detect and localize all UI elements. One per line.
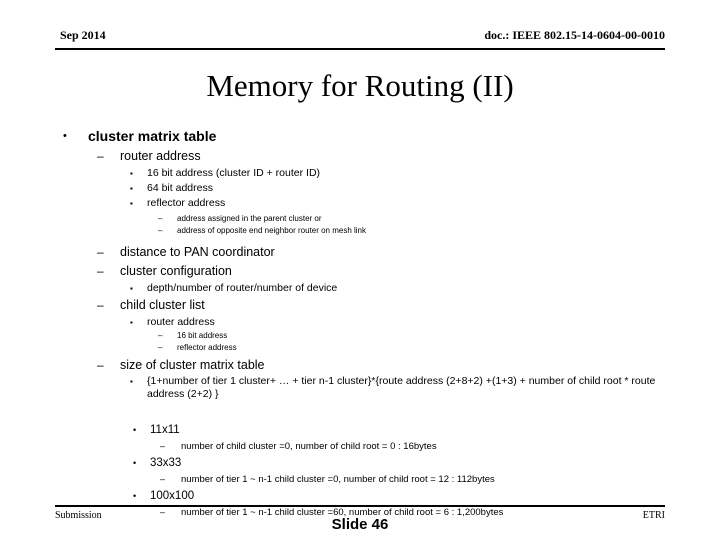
- outline-item-child-cluster-list: – child cluster list: [0, 296, 720, 315]
- outline-item-address-assigned-parent-cluster: – address assigned in the parent cluster…: [0, 213, 720, 225]
- outline-item-33x33: • 33x33: [0, 454, 720, 472]
- slide-header: Sep 2014 doc.: IEEE 802.15-14-0604-00-00…: [55, 28, 665, 50]
- round-bullet-icon: •: [133, 491, 137, 501]
- outline-text: router address: [147, 316, 215, 328]
- dash-bullet-icon: –: [160, 441, 166, 451]
- outline-text: router address: [120, 149, 201, 163]
- outline-item-child-router-address: ▪ router address: [0, 315, 720, 330]
- slide-body: • cluster matrix table – router address …: [0, 126, 720, 520]
- dash-bullet-icon: –: [158, 214, 163, 223]
- outline-text: distance to PAN coordinator: [120, 245, 275, 259]
- outline-text: 64 bit address: [147, 182, 213, 194]
- square-bullet-icon: ▪: [130, 169, 133, 178]
- outline-item-100x100: • 100x100: [0, 487, 720, 505]
- outline-text: address of opposite end neighbor router …: [177, 226, 367, 235]
- outline-item-depth-number-router-device: ▪ depth/number of router/number of devic…: [0, 281, 720, 296]
- outline-item-child-16-bit-address: – 16 bit address: [0, 330, 720, 342]
- outline-text: number of child cluster =0, number of ch…: [181, 441, 437, 452]
- outline-text: number of tier 1 ~ n-1 child cluster =0,…: [181, 474, 495, 485]
- outline-item-11x11: • 11x11: [0, 421, 720, 439]
- outline-item-64-bit-address: ▪ 64 bit address: [0, 181, 720, 196]
- slide-canvas: { "header": { "left": "Sep 2014", "right…: [0, 0, 720, 540]
- outline-item-distance-to-pan-coordinator: – distance to PAN coordinator: [0, 243, 720, 262]
- outline-text: reflector address: [147, 197, 226, 209]
- square-bullet-icon: ▪: [130, 184, 133, 193]
- round-bullet-icon: •: [133, 425, 137, 435]
- page-title: Memory for Routing (II): [206, 68, 514, 103]
- dash-bullet-icon: –: [158, 343, 163, 352]
- dash-bullet-icon: –: [97, 298, 104, 312]
- square-bullet-icon: ▪: [130, 199, 133, 208]
- dash-bullet-icon: –: [97, 264, 104, 278]
- outline-text: 100x100: [150, 490, 195, 502]
- outline-text: child cluster list: [120, 298, 205, 312]
- dash-bullet-icon: –: [160, 474, 166, 484]
- slide-number: Slide 46: [331, 516, 389, 533]
- outline-item-reflector-address: ▪ reflector address: [0, 196, 720, 211]
- outline-item-address-opposite-end-neighbor-router: – address of opposite end neighbor route…: [0, 225, 720, 237]
- outline-item-cluster-matrix-table: • cluster matrix table: [0, 126, 720, 147]
- round-bullet-icon: •: [133, 458, 137, 468]
- header-doc-id: doc.: IEEE 802.15-14-0604-00-0010: [484, 28, 665, 42]
- dash-bullet-icon: –: [158, 226, 163, 235]
- dash-bullet-icon: –: [97, 149, 104, 163]
- footer-divider: [55, 505, 665, 507]
- square-bullet-icon: ▪: [130, 318, 133, 327]
- round-bullet-icon: •: [63, 130, 67, 142]
- outline-item-child-reflector-address: – reflector address: [0, 342, 720, 354]
- outline-text: 33x33: [150, 457, 182, 469]
- outline-text: depth/number of router/number of device: [147, 282, 338, 294]
- header-date: Sep 2014: [60, 28, 106, 42]
- outline-text: 16 bit address (cluster ID + router ID): [147, 167, 321, 179]
- dash-bullet-icon: –: [97, 245, 104, 259]
- outline-text: 11x11: [150, 424, 180, 436]
- outline-item-11x11-detail: – number of child cluster =0, number of …: [0, 439, 720, 454]
- outline-item-33x33-detail: – number of tier 1 ~ n-1 child cluster =…: [0, 472, 720, 487]
- outline-text: reflector address: [177, 343, 237, 352]
- dash-bullet-icon: –: [158, 331, 163, 340]
- outline-text: size of cluster matrix table: [120, 358, 265, 372]
- slide-footer: Submission Slide 46 ETRI: [55, 508, 665, 538]
- outline-text: cluster matrix table: [88, 128, 217, 144]
- dash-bullet-icon: –: [97, 358, 104, 372]
- outline-item-16-bit-address-cluster-router-id: ▪ 16 bit address (cluster ID + router ID…: [0, 166, 720, 181]
- square-bullet-icon: ▪: [130, 284, 133, 293]
- outline-item-cluster-configuration: – cluster configuration: [0, 262, 720, 281]
- outline-text: 16 bit address: [177, 331, 228, 340]
- outline-text: {1+number of tier 1 cluster+ … + tier n-…: [147, 375, 656, 400]
- square-bullet-icon: ▪: [130, 377, 133, 386]
- outline-item-size-of-cluster-matrix-table: – size of cluster matrix table: [0, 356, 720, 375]
- header-divider: [55, 48, 665, 50]
- outline-text: address assigned in the parent cluster o…: [177, 214, 322, 223]
- footer-organization: ETRI: [642, 510, 665, 521]
- outline-item-size-formula: ▪ {1+number of tier 1 cluster+ … + tier …: [0, 375, 720, 401]
- outline-text: cluster configuration: [120, 264, 232, 278]
- outline-item-router-address: – router address: [0, 147, 720, 166]
